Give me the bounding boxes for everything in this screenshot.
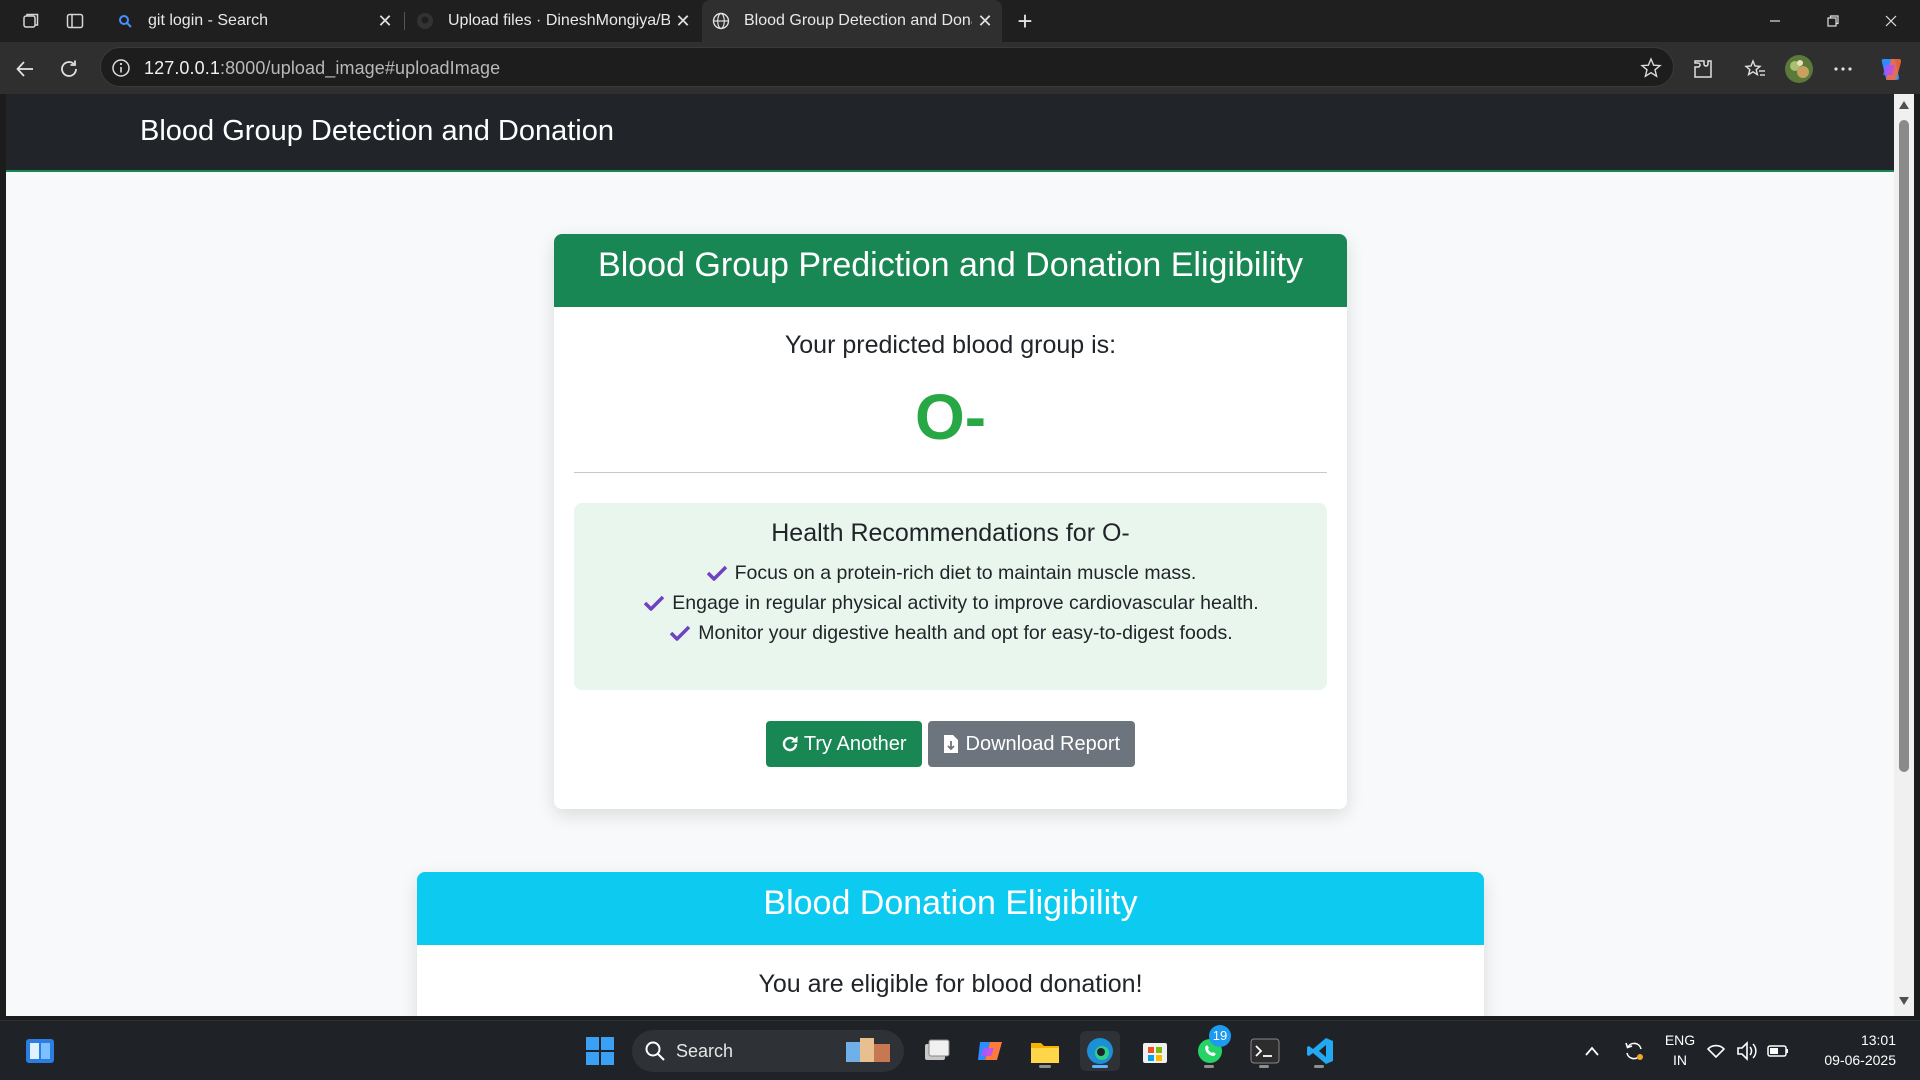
- address-bar[interactable]: 127.0.0.1:8000/upload_image#uploadImage: [100, 47, 1674, 87]
- clock-time: 13:01: [1860, 1032, 1896, 1048]
- donation-card: Blood Donation Eligibility You are eligi…: [417, 872, 1484, 1016]
- scroll-up-arrow-icon[interactable]: [1897, 100, 1911, 112]
- sync-icon[interactable]: [1614, 1031, 1654, 1071]
- tab-blood-group-detection[interactable]: Blood Group Detection and Dona ✕: [702, 0, 1002, 42]
- running-indicator: [1259, 1065, 1269, 1068]
- minimize-button[interactable]: [1746, 0, 1804, 42]
- system-tray-status[interactable]: [1706, 1031, 1806, 1071]
- close-tab-icon[interactable]: ✕: [972, 8, 998, 34]
- favorites-icon[interactable]: [1740, 54, 1770, 84]
- browser-tab-strip: git login - Search ✕ Upload files · Dine…: [0, 0, 1920, 42]
- scrollbar-thumb[interactable]: [1899, 120, 1909, 772]
- back-button[interactable]: [10, 54, 40, 84]
- new-tab-button[interactable]: +: [1010, 6, 1040, 36]
- recommendation-item: Focus on a protein-rich diet to maintain…: [574, 558, 1327, 588]
- recommendations-title: Health Recommendations for O-: [771, 519, 1130, 547]
- recommendation-text: Focus on a protein-rich diet to maintain…: [734, 562, 1197, 584]
- page-viewport: Blood Group Detection and Donation Blood…: [6, 94, 1894, 1016]
- action-buttons: Try Another Download Report: [554, 721, 1347, 767]
- close-tab-icon[interactable]: ✕: [372, 8, 398, 34]
- extensions-icon[interactable]: [1688, 54, 1718, 84]
- search-icon: [116, 12, 134, 30]
- store-icon[interactable]: [1135, 1031, 1175, 1071]
- language-indicator[interactable]: ENG IN: [1660, 1030, 1700, 1070]
- recommendation-item: Engage in regular physical activity to i…: [574, 588, 1327, 618]
- widgets-icon[interactable]: [20, 1031, 60, 1071]
- search-icon: [644, 1040, 666, 1062]
- taskbar-search[interactable]: Search: [632, 1030, 904, 1072]
- restore-button[interactable]: [1804, 0, 1862, 42]
- vertical-tabs-icon[interactable]: [62, 8, 88, 34]
- active-indicator: [1092, 1065, 1108, 1068]
- globe-icon: [712, 12, 730, 30]
- task-view-icon[interactable]: [916, 1031, 956, 1071]
- try-another-button[interactable]: Try Another: [765, 721, 922, 767]
- page-scrollbar[interactable]: [1894, 94, 1914, 1016]
- divider: [574, 472, 1327, 473]
- refresh-button[interactable]: [54, 54, 84, 84]
- show-hidden-icons-icon[interactable]: [1572, 1031, 1612, 1071]
- more-options-icon[interactable]: [1828, 54, 1858, 84]
- vscode-icon[interactable]: [1300, 1031, 1340, 1071]
- download-report-button[interactable]: Download Report: [927, 721, 1136, 767]
- github-icon: [416, 12, 434, 30]
- prediction-card-header: Blood Group Prediction and Donation Elig…: [554, 234, 1347, 307]
- tab-upload-files[interactable]: Upload files · DineshMongiya/Blo ✕: [406, 0, 700, 42]
- check-icon: [642, 593, 666, 613]
- search-highlight-icon: [842, 1034, 898, 1068]
- recommendation-item: Monitor your digestive health and opt fo…: [574, 618, 1327, 648]
- url-host: 127.0.0.1: [144, 58, 220, 78]
- check-icon: [705, 563, 729, 583]
- prediction-card: Blood Group Prediction and Donation Elig…: [554, 234, 1347, 809]
- file-explorer-icon[interactable]: [1025, 1031, 1065, 1071]
- donation-card-header: Blood Donation Eligibility: [417, 872, 1484, 945]
- health-recommendations-box: Health Recommendations for O- Focus on a…: [574, 503, 1327, 690]
- predicted-blood-group: O-: [914, 381, 987, 453]
- terminal-icon[interactable]: [1245, 1031, 1285, 1071]
- edge-icon[interactable]: [1080, 1031, 1120, 1071]
- tab-separator: [404, 12, 405, 30]
- running-indicator: [1204, 1065, 1214, 1068]
- predicted-label: Your predicted blood group is:: [784, 331, 1117, 359]
- scroll-down-arrow-icon[interactable]: [1897, 996, 1911, 1008]
- favorite-star-icon[interactable]: [1639, 56, 1663, 80]
- whatsapp-icon[interactable]: 19: [1190, 1025, 1231, 1071]
- workspaces-icon[interactable]: [18, 8, 44, 34]
- running-indicator: [1314, 1065, 1324, 1068]
- running-indicator: [1039, 1065, 1051, 1068]
- region-label: IN: [1673, 1052, 1687, 1068]
- copilot-icon[interactable]: [1876, 54, 1906, 84]
- close-tab-icon[interactable]: ✕: [670, 8, 696, 34]
- redo-icon: [781, 734, 799, 754]
- file-download-icon: [943, 734, 961, 754]
- profile-avatar[interactable]: [1784, 54, 1814, 84]
- tab-title: Upload files · DineshMongiya/Blo: [448, 12, 670, 29]
- navbar-brand[interactable]: Blood Group Detection and Donation: [140, 115, 614, 148]
- browser-toolbar: 127.0.0.1:8000/upload_image#uploadImage: [0, 42, 1920, 94]
- windows-taskbar: Search 19 ENG IN 13:01 09-06-2025: [0, 1020, 1920, 1080]
- clock-date: 09-06-2025: [1824, 1052, 1896, 1068]
- navbar: Blood Group Detection and Donation: [6, 94, 1894, 172]
- copilot-app-icon[interactable]: [970, 1031, 1010, 1071]
- tab-title: Blood Group Detection and Dona: [744, 12, 972, 29]
- tab-title: git login - Search: [148, 12, 269, 29]
- download-report-label: Download Report: [965, 732, 1121, 755]
- recommendation-text: Engage in regular physical activity to i…: [672, 592, 1259, 614]
- try-another-label: Try Another: [803, 732, 907, 755]
- close-window-button[interactable]: [1862, 0, 1920, 42]
- start-icon[interactable]: [580, 1031, 620, 1071]
- clock[interactable]: 13:01 09-06-2025: [1812, 1030, 1908, 1070]
- check-icon: [668, 623, 692, 643]
- tab-git-login-search[interactable]: git login - Search ✕: [106, 0, 402, 42]
- url-path: :8000/upload_image#uploadImage: [219, 58, 501, 78]
- language-label: ENG: [1664, 1032, 1696, 1048]
- recommendation-text: Monitor your digestive health and opt fo…: [698, 622, 1233, 644]
- notification-badge: 19: [1209, 1025, 1231, 1047]
- eligibility-message: You are eligible for blood donation!: [758, 970, 1143, 998]
- site-info-icon[interactable]: [111, 58, 131, 78]
- url-text: 127.0.0.1:8000/upload_image#uploadImage: [144, 58, 500, 79]
- search-label: Search: [676, 1041, 734, 1061]
